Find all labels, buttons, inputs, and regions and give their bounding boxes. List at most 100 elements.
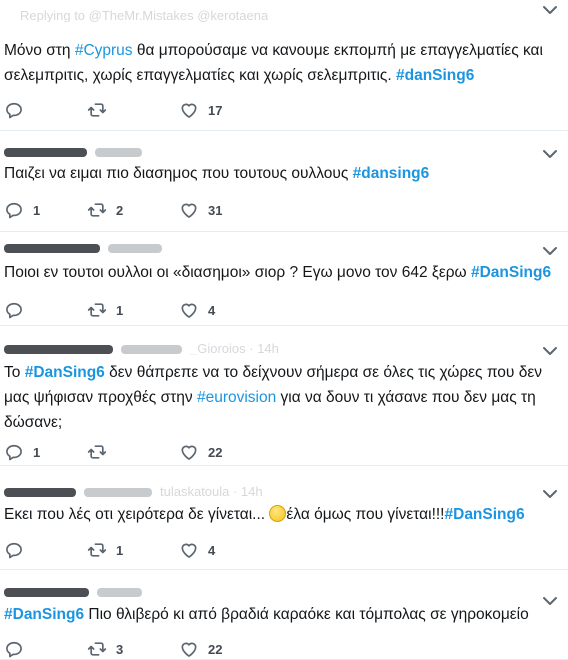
retweet-button[interactable] [87, 441, 116, 463]
like-icon [179, 639, 199, 659]
retweet-icon [87, 540, 107, 560]
like-count: 22 [208, 444, 223, 460]
retweet-button[interactable] [87, 99, 116, 121]
tweet-3[interactable]: Ποιοι εν τουτοι ουλλοι οι «διασημοι» σιο… [0, 232, 568, 326]
tweet-header[interactable]: tulaskatoula · 14h [4, 484, 263, 498]
retweet-icon [87, 442, 107, 462]
tweet-text: Μόνο στη #Cyprus θα μπορούσαμε να κανουμ… [4, 38, 554, 88]
reply-button[interactable] [4, 539, 33, 561]
chevron-down-icon[interactable] [542, 245, 558, 257]
retweet-button[interactable]: 2 [87, 199, 123, 221]
tweet-2[interactable]: Παιζει να ειμαι πιο διασημος που τουτους… [0, 131, 568, 232]
author-name-redacted [4, 345, 113, 355]
like-count: 22 [208, 641, 223, 657]
hashtag-link[interactable]: #DanSing6 [445, 506, 525, 523]
retweet-count: 1 [116, 302, 124, 318]
tweet-6[interactable]: #DanSing6 Πιο θλιβερό κι από βραδιά καρα… [0, 570, 568, 660]
tweet-header-text: tulaskatoula · 14h [160, 484, 263, 498]
tweet-action-bar: 14 [4, 299, 404, 321]
reply-count: 1 [33, 202, 41, 218]
retweet-count: 2 [116, 202, 124, 218]
reply-button[interactable]: 1 [4, 199, 40, 221]
tweet-action-bar: 1 2 31 [4, 199, 404, 221]
reply-icon [4, 100, 24, 120]
author-handle-redacted [108, 244, 162, 254]
tweet-header[interactable] [4, 144, 150, 158]
like-button[interactable]: 31 [179, 199, 222, 221]
hashtag-link[interactable]: #Cyprus [75, 42, 133, 59]
tweet-action-bar: 17 [4, 99, 404, 121]
author-handle-redacted [121, 345, 182, 355]
tweet-text-segment: Ποιοι εν τουτοι ουλλοι οι «διασημοι» σιο… [4, 264, 471, 281]
chevron-down-icon[interactable] [542, 148, 558, 160]
like-icon [179, 100, 199, 120]
reply-icon [4, 639, 24, 659]
like-icon [179, 200, 199, 220]
tweet-header[interactable] [4, 240, 170, 254]
author-name-redacted [4, 488, 76, 498]
reply-icon [4, 442, 24, 462]
tweet-5[interactable]: tulaskatoula · 14h Εκει που λές οτι χειρό… [0, 466, 568, 570]
tweet-text-segment: Πιο θλιβερό κι από βραδιά καραόκε και τό… [84, 606, 529, 623]
tweet-text: Το #DanSing6 δεν θάπρεπε να το δείχνουν … [4, 360, 554, 435]
hashtag-link[interactable]: #eurovision [197, 389, 276, 406]
hashtag-link[interactable]: #dansing6 [353, 165, 430, 182]
author-handle-redacted [95, 148, 142, 158]
reply-button[interactable] [4, 638, 33, 660]
reply-icon [4, 200, 24, 220]
retweet-button[interactable]: 3 [87, 638, 123, 660]
reply-count: 1 [33, 444, 41, 460]
tweet-4[interactable]: _Gioroios · 14h Το #DanSing6 δεν θάπρεπε … [0, 326, 568, 466]
tweet-action-bar: 3 22 [4, 638, 404, 660]
tweet-header[interactable]: Replying to @TheMr.Mistakes @kerotaena [4, 8, 268, 22]
reply-button[interactable] [4, 99, 33, 121]
tweet-text: Παιζει να ειμαι πιο διασημος που τουτους… [4, 161, 554, 186]
tweet-text: Ποιοι εν τουτοι ουλλοι οι «διασημοι» σιο… [4, 260, 554, 285]
hashtag-link[interactable]: #DanSing6 [25, 364, 105, 381]
tweet-text-segment: Το [4, 364, 25, 381]
author-name-redacted [4, 244, 100, 254]
retweet-button[interactable]: 1 [87, 539, 123, 561]
chevron-down-icon[interactable] [542, 345, 558, 357]
chevron-down-icon[interactable] [542, 488, 558, 500]
tweet-text-segment: Παιζει να ειμαι πιο διασημος που τουτους… [4, 165, 353, 182]
hashtag-link[interactable]: #danSing6 [396, 67, 474, 84]
retweet-icon [87, 300, 107, 320]
like-count: 4 [208, 542, 216, 558]
like-count: 31 [208, 202, 223, 218]
reply-button[interactable] [4, 299, 33, 321]
like-icon [179, 442, 199, 462]
retweet-count: 3 [116, 641, 124, 657]
retweet-button[interactable]: 1 [87, 299, 123, 321]
tweet-text-segment: έλα όμως που γίνεται!!! [286, 506, 445, 523]
like-count: 17 [208, 102, 223, 118]
like-button[interactable]: 4 [179, 539, 215, 561]
tweet-action-bar: 14 [4, 539, 404, 561]
like-count: 4 [208, 302, 216, 318]
like-button[interactable]: 4 [179, 299, 215, 321]
tweet-1[interactable]: Replying to @TheMr.Mistakes @kerotaena Μό… [0, 0, 568, 131]
author-handle-redacted [84, 488, 152, 498]
tweet-header[interactable]: _Gioroios · 14h [4, 341, 279, 355]
like-button[interactable]: 22 [179, 638, 222, 660]
reply-icon [4, 300, 24, 320]
hashtag-link[interactable]: #DanSing6 [4, 606, 84, 623]
tweet-action-bar: 1 22 [4, 441, 404, 463]
tweet-text: Εκει που λές οτι χειρότερα δε γίνεται...… [4, 502, 554, 527]
tweet-header-text: _Gioroios · 14h [190, 341, 279, 355]
tweet-text-segment: Μόνο στη [4, 42, 75, 59]
reply-button[interactable]: 1 [4, 441, 40, 463]
retweet-icon [87, 200, 107, 220]
like-button[interactable]: 17 [179, 99, 222, 121]
thinking-emoji-icon [269, 505, 287, 522]
retweet-icon [87, 100, 107, 120]
chevron-down-icon[interactable] [542, 4, 558, 16]
hashtag-link[interactable]: #DanSing6 [471, 264, 551, 281]
like-button[interactable]: 22 [179, 441, 222, 463]
like-icon [179, 540, 199, 560]
tweet-text-segment: Εκει που λές οτι χειρότερα δε γίνεται... [4, 506, 270, 523]
retweet-icon [87, 639, 107, 659]
like-icon [179, 300, 199, 320]
tweet-header[interactable] [4, 584, 150, 598]
reply-icon [4, 540, 24, 560]
